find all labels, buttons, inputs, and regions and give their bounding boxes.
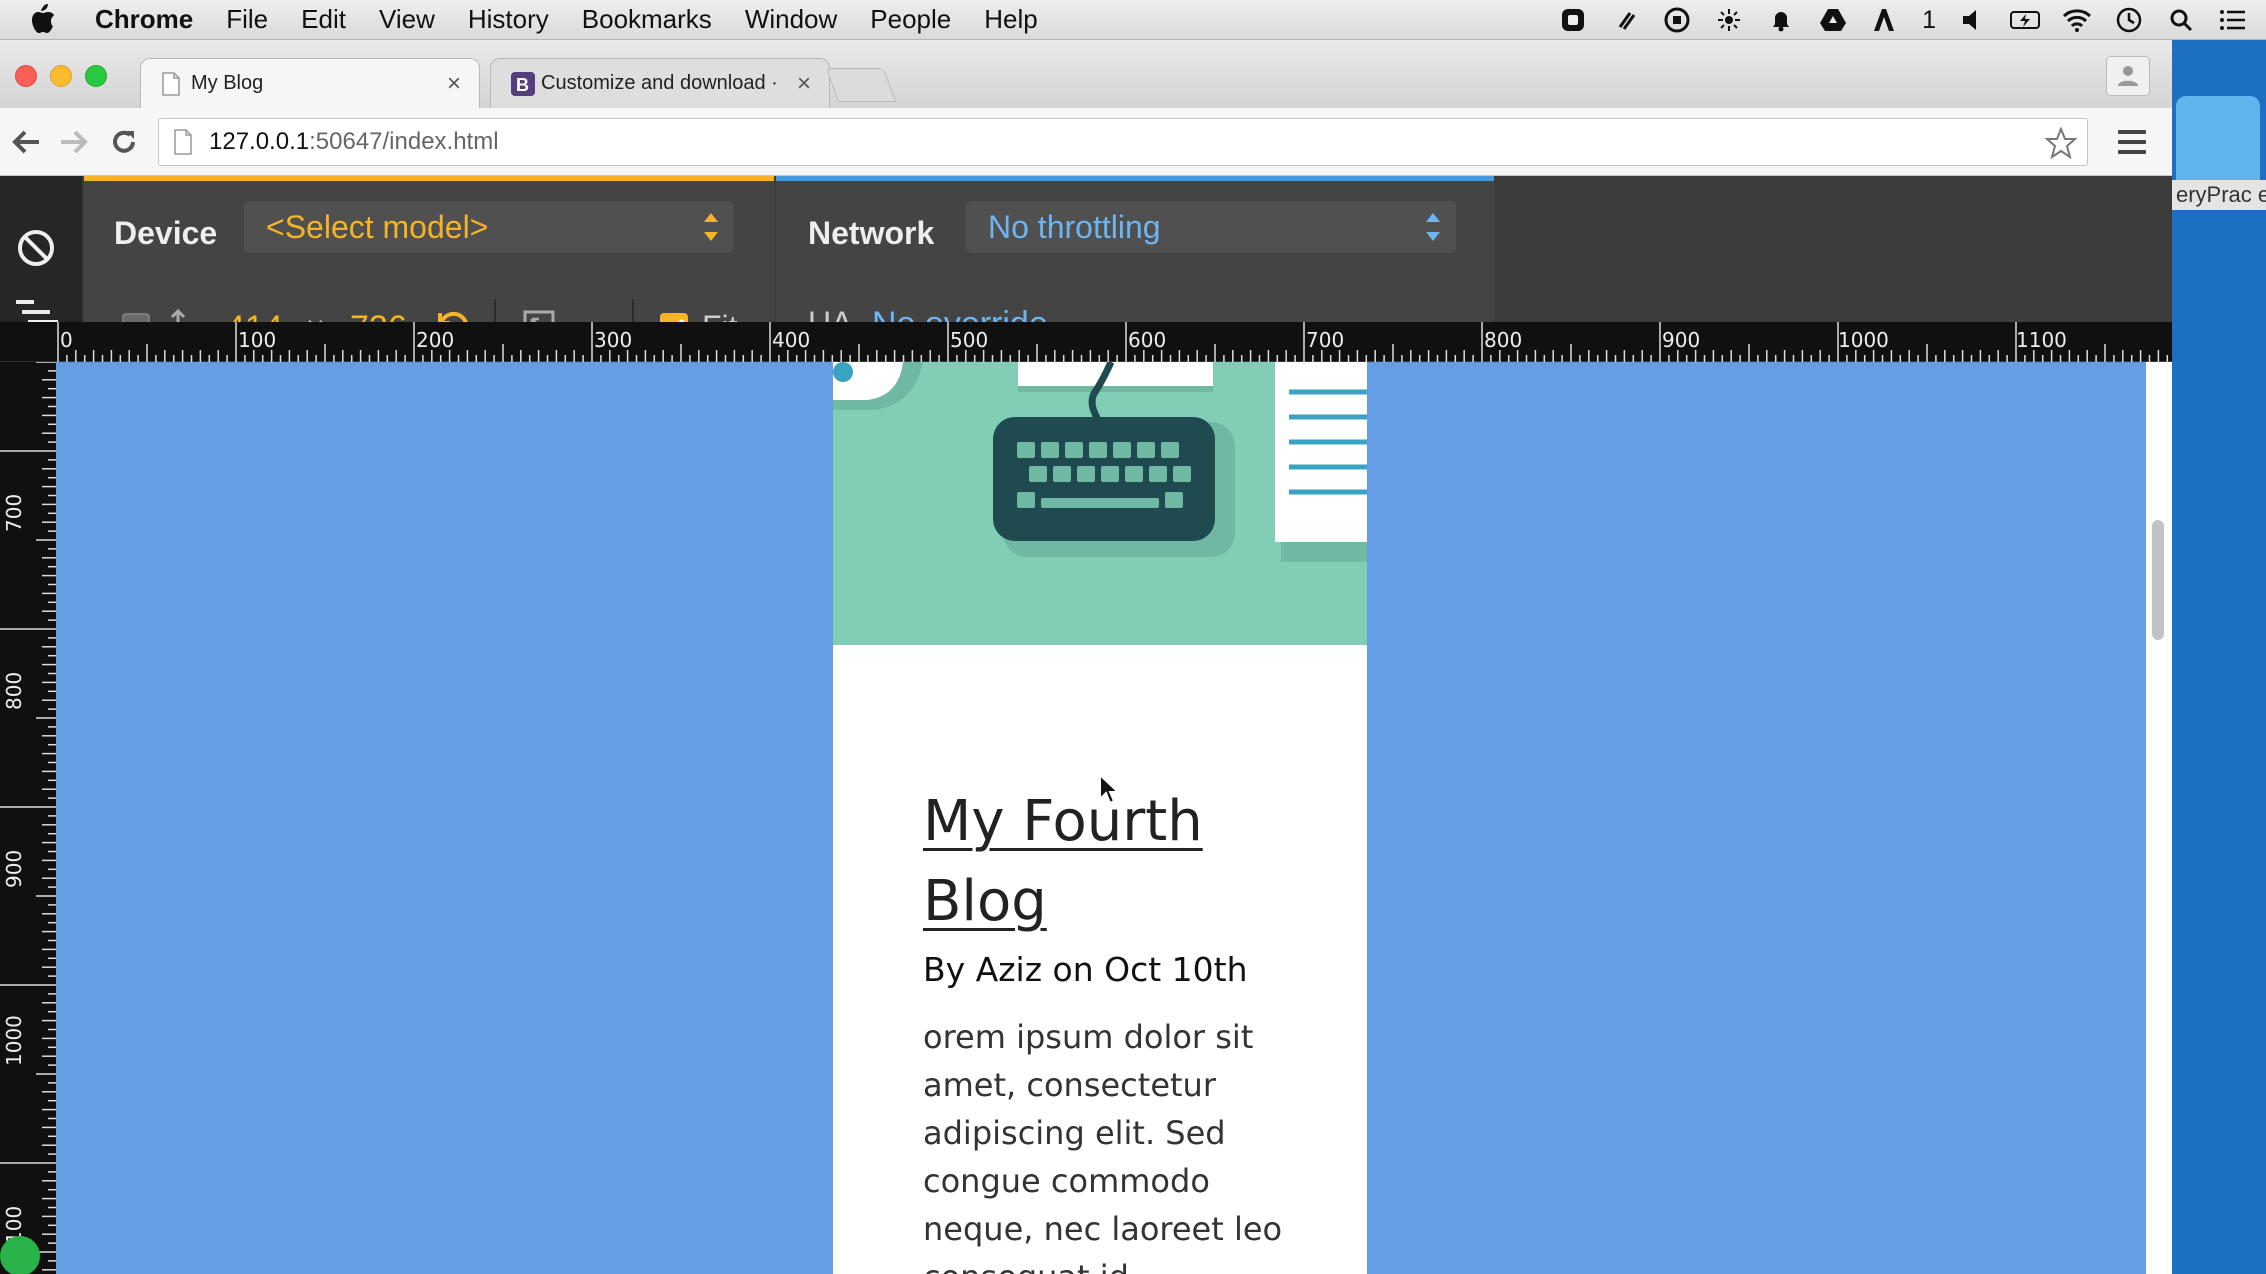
tab-close-icon[interactable]: ×: [447, 70, 461, 98]
browser-toolbar: 127.0.0.1:50647/index.html: [0, 108, 2172, 176]
viewport-scrollbar-thumb[interactable]: [2152, 520, 2164, 640]
menu-bookmarks[interactable]: Bookmarks: [582, 4, 712, 35]
zoom-window-button[interactable]: [85, 65, 107, 87]
ruler-label: 900: [2, 849, 26, 888]
wifi-icon[interactable]: [2062, 5, 2092, 35]
ruler-label: 500: [950, 328, 989, 352]
chrome-menu-button[interactable]: [2112, 124, 2152, 160]
ruler-label: 300: [594, 328, 633, 352]
ruler-label: 600: [1128, 328, 1167, 352]
menu-help[interactable]: Help: [984, 4, 1037, 35]
clock-icon[interactable]: [2114, 5, 2144, 35]
menu-history[interactable]: History: [468, 4, 549, 35]
ruler-label: 900: [1662, 328, 1701, 352]
evernote-icon[interactable]: [1558, 5, 1588, 35]
battery-icon[interactable]: [2010, 5, 2040, 35]
adobe-icon[interactable]: [1870, 5, 1900, 35]
url-host: 127.0.0.1: [209, 128, 310, 155]
hero-image: [833, 362, 1367, 645]
tab-customize-download[interactable]: B Customize and download · ×: [490, 58, 830, 108]
page-icon: [173, 129, 195, 155]
menu-bar-line: [2118, 140, 2146, 144]
notification-center-icon[interactable]: [2218, 5, 2248, 35]
reload-icon: [113, 130, 135, 153]
url-path: :50647/index.html: [309, 128, 499, 155]
ruler-label: 700: [1306, 328, 1345, 352]
ruler-label: 800: [1484, 328, 1523, 352]
network-label: Network: [808, 215, 935, 251]
post-title-link[interactable]: My Fourth Blog: [923, 782, 1323, 942]
menu-file[interactable]: File: [226, 4, 268, 35]
tab-strip: My Blog × B Customize and download · ×: [0, 40, 2172, 108]
menu-window[interactable]: Window: [745, 4, 837, 35]
menu-edit[interactable]: Edit: [301, 4, 346, 35]
new-tab-button[interactable]: [825, 68, 897, 102]
status-area: 1: [1558, 0, 2248, 40]
menu-bar: Chrome File Edit View History Bookmarks …: [0, 0, 2266, 40]
page-icon: [161, 71, 183, 96]
close-window-button[interactable]: [15, 65, 37, 87]
spotlight-icon[interactable]: [2166, 5, 2196, 35]
google-drive-icon[interactable]: [1818, 5, 1848, 35]
select-arrows-icon: [1426, 213, 1440, 241]
device-label: Device: [114, 215, 218, 251]
ruler-label: 0: [60, 328, 73, 352]
arrow-left-icon: [12, 130, 39, 154]
mouse-cursor-icon: [1098, 772, 1121, 810]
address-bar[interactable]: 127.0.0.1:50647/index.html: [158, 118, 2088, 166]
volume-icon[interactable]: [1958, 5, 1988, 35]
tab-my-blog[interactable]: My Blog ×: [140, 58, 480, 108]
ruler-label: 100: [238, 328, 277, 352]
adobe-count: 1: [1922, 5, 1936, 34]
ruler-label: 400: [772, 328, 811, 352]
menu-bar-line: [2118, 130, 2146, 134]
ruler-label: 200: [416, 328, 455, 352]
blog-post: My Fourth Blog By Aziz on Oct 10th orem …: [923, 782, 1323, 1274]
reload-button[interactable]: [104, 122, 144, 162]
blog-page: My Fourth Blog By Aziz on Oct 10th orem …: [833, 362, 1367, 1274]
menu-people[interactable]: People: [870, 4, 951, 35]
person-icon: [2118, 66, 2138, 86]
arrow-right-icon: [61, 130, 88, 154]
disable-emulation-icon[interactable]: [16, 228, 56, 273]
menu-bar-line: [2118, 150, 2146, 154]
back-button[interactable]: [6, 122, 46, 162]
apple-icon[interactable]: [27, 2, 65, 38]
keyboard-illustration: [833, 362, 1367, 645]
menu-view[interactable]: View: [379, 4, 435, 35]
minimize-window-button[interactable]: [50, 65, 72, 87]
green-indicator: [0, 1236, 40, 1274]
bootstrap-icon: B: [511, 71, 535, 96]
network-throttling-select[interactable]: No throttling: [966, 201, 1456, 253]
device-model-select[interactable]: <Select model>: [244, 201, 734, 253]
network-throttling-value: No throttling: [988, 208, 1161, 245]
record-icon[interactable]: [1662, 5, 1692, 35]
select-arrows-icon: [704, 213, 718, 241]
viewport-scrollbar[interactable]: [2146, 362, 2172, 1274]
paperclip-icon[interactable]: [1610, 5, 1640, 35]
ruler-label: 1000: [2, 1015, 26, 1066]
horizontal-ruler: 0 100 200 300 400 500 600 700 800 900 10…: [0, 322, 2172, 362]
ruler-label: 1100: [2016, 328, 2067, 352]
desktop-app-label: eryPrac e: [2172, 180, 2266, 210]
bell-icon[interactable]: [1766, 5, 1796, 35]
ruler-label: 800: [2, 671, 26, 710]
brightness-icon[interactable]: [1714, 5, 1744, 35]
vertical-ruler: 700 800 900 1000 100: [0, 361, 56, 1274]
post-meta: By Aziz on Oct 10th: [923, 950, 1248, 989]
emulated-viewport: My Fourth Blog By Aziz on Oct 10th orem …: [56, 362, 2146, 1274]
ruler-label: 700: [2, 493, 26, 532]
menu-app-name[interactable]: Chrome: [95, 4, 193, 35]
profile-button[interactable]: [2106, 56, 2150, 96]
tab-close-icon[interactable]: ×: [797, 70, 811, 98]
bookmark-star-icon[interactable]: [2044, 126, 2078, 166]
forward-button[interactable]: [54, 122, 94, 162]
device-model-value: <Select model>: [266, 208, 489, 245]
tab-title: Customize and download ·: [541, 72, 778, 94]
ruler-label: 1000: [1838, 328, 1889, 352]
desktop-background: eryPrac e: [2172, 40, 2266, 1274]
svg-text:B: B: [516, 75, 529, 95]
post-body: orem ipsum dolor sit amet, consectetur a…: [923, 1018, 1283, 1274]
tab-title: My Blog: [191, 72, 264, 94]
